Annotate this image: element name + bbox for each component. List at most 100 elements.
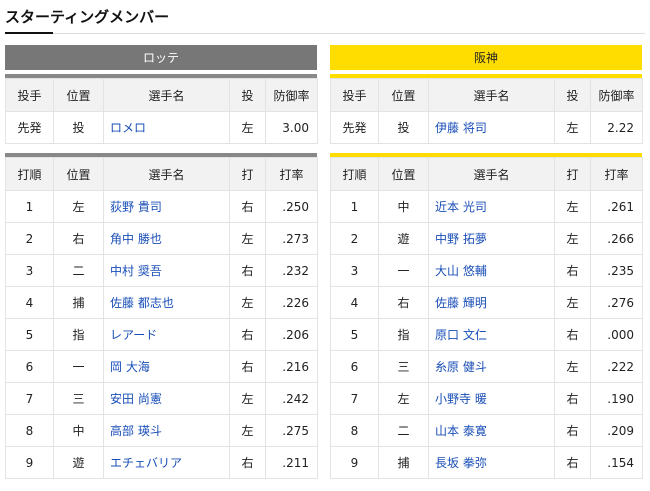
position: 中 [53,414,104,447]
bats-hand: 左 [229,414,266,447]
bats-hand: 右 [229,350,266,383]
batting-order: 2 [5,222,54,255]
header-batting-average: 打率 [265,157,318,191]
player-name-link[interactable]: 中村 奨吾 [103,254,230,287]
position: 一 [53,350,104,383]
player-name-link[interactable]: 山本 泰寛 [428,414,555,447]
header-position: 位置 [53,157,104,191]
header-position: 位置 [53,78,104,112]
batting-average: .226 [265,286,318,319]
batting-order: 7 [5,382,54,415]
batting-order: 8 [5,414,54,447]
player-name-link[interactable]: 糸原 健斗 [428,350,555,383]
batting-order: 4 [330,286,379,319]
player-name-link[interactable]: 高部 瑛斗 [103,414,230,447]
lineup-row: 9 遊エチェバリア右 .211 [5,446,318,479]
player-name-link[interactable]: 佐藤 都志也 [103,286,230,319]
batting-order: 1 [330,190,379,223]
batting-average: .273 [265,222,318,255]
pitcher-row: 先発 投 ロメロ 左 3.00 [5,111,318,144]
position: 捕 [53,286,104,319]
batting-average: .000 [590,318,643,351]
batting-average: .276 [590,286,643,319]
position: 三 [378,350,429,383]
lineup-row: 4 捕佐藤 都志也左 .226 [5,286,318,319]
lineup-row: 1 左荻野 貴司右 .250 [5,190,318,223]
pitcher-name-link[interactable]: ロメロ [103,111,230,144]
batting-average: .250 [265,190,318,223]
batting-order: 9 [5,446,54,479]
lineup-row: 6一岡 大海右 .216 [5,350,318,383]
pitcher-hand: 左 [229,111,266,144]
batting-average: .261 [590,190,643,223]
header-player-name: 選手名 [103,157,230,191]
lineup-table-hanshin: 打順 位置 選手名 打 打率 1 中近本 光司左 .261 2 遊中野 拓夢左 .266 3… [330,157,643,479]
lineup-row: 5 指レアード右 .206 [5,318,318,351]
player-name-link[interactable]: 近本 光司 [428,190,555,223]
bats-hand: 左 [554,286,591,319]
player-name-link[interactable]: 長坂 拳弥 [428,446,555,479]
player-name-link[interactable]: 佐藤 輝明 [428,286,555,319]
header-batting-order: 打順 [5,157,54,191]
position: 左 [378,382,429,415]
bats-hand: 左 [554,222,591,255]
batting-average: .235 [590,254,643,287]
bats-hand: 右 [554,254,591,287]
pitcher-era: 2.22 [590,111,643,144]
player-name-link[interactable]: 小野寺 暖 [428,382,555,415]
batting-order: 2 [330,222,379,255]
batting-average: .216 [265,350,318,383]
batting-order: 5 [330,318,379,351]
title-underline [5,32,53,34]
batting-average: .242 [265,382,318,415]
team-header-hanshin: 阪神 [330,45,642,70]
header-player-name: 選手名 [428,157,555,191]
pitcher-table-lotte: 投手 位置 選手名 投 防御率 先発 投 ロメロ 左 3.00 [5,78,318,144]
header-player-name: 選手名 [103,78,230,112]
lineup-row: 6 三糸原 健斗左 .222 [330,350,643,383]
pitcher-role: 先発 [5,111,54,144]
player-name-link[interactable]: 中野 拓夢 [428,222,555,255]
position: 右 [378,286,429,319]
player-name-link[interactable]: 大山 悠輔 [428,254,555,287]
batting-average: .154 [590,446,643,479]
page-title: スターティングメンバー [5,8,170,26]
player-name-link[interactable]: レアード [103,318,230,351]
lineup-row: 3 二中村 奨吾右 .232 [5,254,318,287]
player-name-link[interactable]: 角中 勝也 [103,222,230,255]
lineup-row: 2 右角中 勝也左 .273 [5,222,318,255]
lineup-row: 1 中近本 光司左 .261 [330,190,643,223]
batting-order: 4 [5,286,54,319]
lineup-row: 2 遊中野 拓夢左 .266 [330,222,643,255]
batting-order: 7 [330,382,379,415]
player-name-link[interactable]: エチェバリア [103,446,230,479]
bats-hand: 右 [554,414,591,447]
lineup-row: 8 中高部 瑛斗左 .275 [5,414,318,447]
player-name-link[interactable]: 原口 文仁 [428,318,555,351]
position: 捕 [378,446,429,479]
position: 遊 [53,446,104,479]
pitcher-name-link[interactable]: 伊藤 将司 [428,111,555,144]
position: 右 [53,222,104,255]
lineup-row: 3 一大山 悠輔右 .235 [330,254,643,287]
player-name-link[interactable]: 安田 尚憲 [103,382,230,415]
batting-average: .209 [590,414,643,447]
header-pitcher: 投手 [330,78,379,112]
player-name-link[interactable]: 岡 大海 [103,350,230,383]
bats-hand: 右 [554,318,591,351]
bats-hand: 右 [554,382,591,415]
bats-hand: 右 [229,446,266,479]
position: 指 [378,318,429,351]
header-era: 防御率 [590,78,643,112]
position: 二 [378,414,429,447]
pitcher-header-row: 投手 位置 選手名 投 防御率 [5,78,318,112]
position: 中 [378,190,429,223]
player-name-link[interactable]: 荻野 貴司 [103,190,230,223]
batting-average: .222 [590,350,643,383]
position: 指 [53,318,104,351]
batting-order: 8 [330,414,379,447]
pitcher-position: 投 [53,111,104,144]
header-position: 位置 [378,78,429,112]
header-era: 防御率 [265,78,318,112]
bats-hand: 左 [229,382,266,415]
